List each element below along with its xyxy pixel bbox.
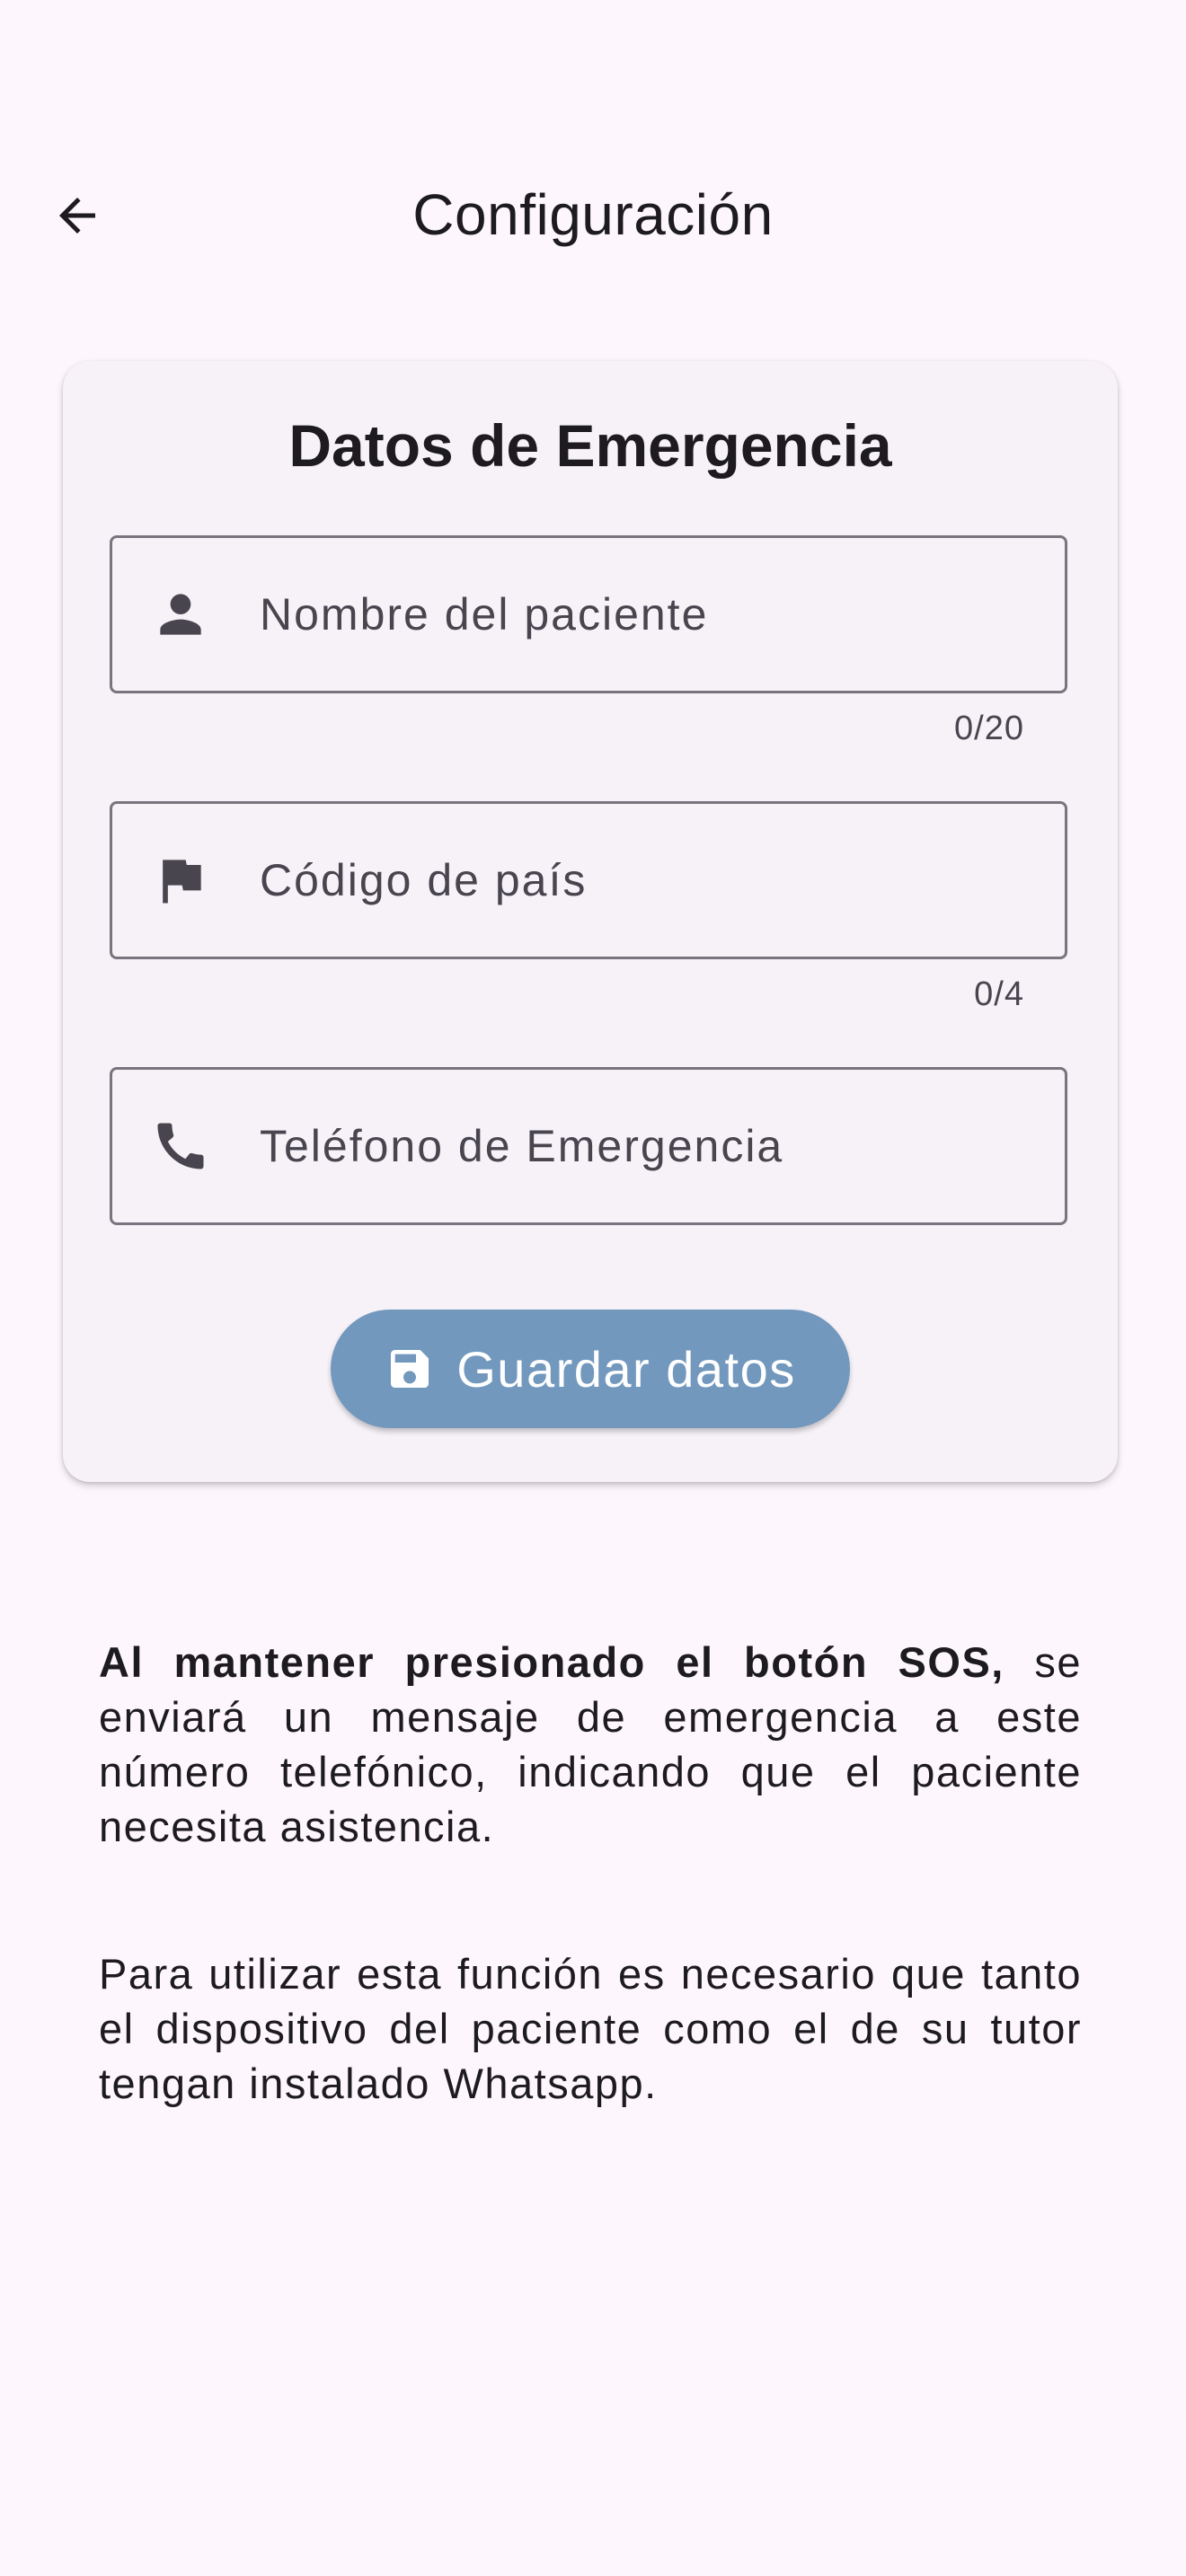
country-code-field[interactable]: Código de país <box>110 801 1067 959</box>
flag-icon <box>148 848 213 913</box>
emergency-phone-field[interactable]: Teléfono de Emergencia <box>110 1067 1067 1225</box>
page-title: Configuración <box>412 182 774 247</box>
country-code-counter: 0/4 <box>974 975 1024 1013</box>
whatsapp-info-paragraph: Para utilizar esta función es necesario … <box>99 1950 1082 2107</box>
app-bar: Configuración <box>0 162 1186 269</box>
emergency-phone-placeholder: Teléfono de Emergencia <box>260 1121 784 1171</box>
patient-name-placeholder: Nombre del paciente <box>260 589 709 640</box>
person-icon <box>148 582 213 647</box>
save-button-label: Guardar datos <box>456 1340 796 1398</box>
sos-info-bold: Al mantener presionado el botón SOS, <box>99 1638 1005 1686</box>
sos-info-paragraph: Al mantener presionado el botón SOS, se … <box>99 1635 1082 1854</box>
save-icon <box>391 1350 429 1388</box>
phone-icon <box>148 1114 213 1178</box>
country-code-placeholder: Código de país <box>260 855 588 905</box>
save-data-button[interactable]: Guardar datos <box>331 1310 850 1428</box>
patient-name-counter: 0/20 <box>954 710 1024 747</box>
emergency-data-card: Datos de Emergencia Nombre del paciente … <box>63 361 1118 1482</box>
card-title: Datos de Emergencia <box>288 412 892 479</box>
patient-name-field[interactable]: Nombre del paciente <box>110 535 1067 693</box>
